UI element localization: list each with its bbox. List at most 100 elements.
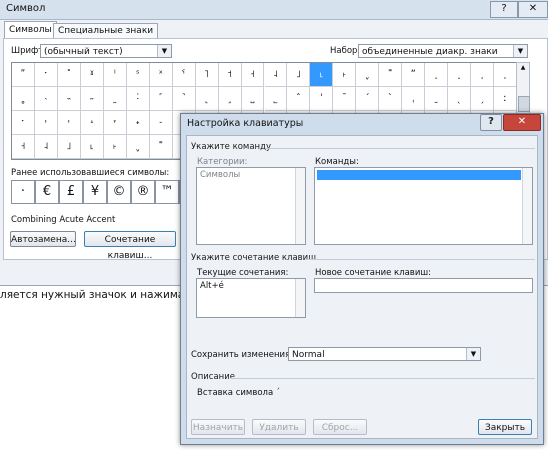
- commands-selected-item[interactable]: [317, 170, 521, 180]
- categories-scrollbar[interactable]: [295, 168, 305, 244]
- symbol-cell[interactable]: ˻: [195, 87, 219, 111]
- close-icon[interactable]: ✕: [518, 1, 548, 18]
- new-shortcut-input[interactable]: [314, 278, 533, 293]
- categories-item[interactable]: Символы: [200, 170, 240, 180]
- symbol-cell[interactable]: ˉ: [333, 87, 357, 111]
- symbol-cell[interactable]: ˰: [448, 63, 472, 87]
- symbol-dialog-titlebar[interactable]: [0, 0, 548, 20]
- symbol-cell[interactable]: ˡ: [103, 63, 127, 87]
- symbol-cell[interactable]: ˣ: [149, 63, 173, 87]
- tab-symbols[interactable]: Символы: [4, 21, 57, 39]
- subset-select[interactable]: объединенные диакр. знаки ▼: [358, 44, 528, 58]
- symbol-cell[interactable]: ˸: [126, 87, 150, 111]
- symbol-cell[interactable]: ˵: [57, 87, 81, 111]
- symbol-cell[interactable]: ˕: [103, 111, 127, 135]
- symbol-cell[interactable]: ˫: [333, 63, 357, 87]
- save-changes-select[interactable]: Normal ▼: [288, 347, 481, 361]
- symbol-cell[interactable]: ˨: [34, 135, 58, 159]
- symbol-cell[interactable]: ˨: [264, 63, 288, 87]
- symbol-cell[interactable]: ˾: [264, 87, 288, 111]
- tab-special-chars[interactable]: Специальные знаки: [53, 23, 159, 39]
- remove-button[interactable]: Удалить: [252, 419, 306, 435]
- recent-symbol[interactable]: ·: [11, 180, 35, 204]
- symbol-cell[interactable]: ˎ: [448, 87, 472, 111]
- recent-symbol[interactable]: ©: [107, 180, 131, 204]
- symbol-cell[interactable]: ˭: [149, 135, 173, 159]
- symbol-cell[interactable]: ˔: [80, 111, 104, 135]
- symbol-cell[interactable]: ˍ: [425, 87, 449, 111]
- current-keys-list[interactable]: Alt+é: [196, 278, 306, 318]
- close-dialog-button[interactable]: Закрыть: [478, 419, 532, 435]
- symbol-cell[interactable]: ˑ: [12, 111, 35, 135]
- symbol-cell[interactable]: ˬ: [356, 63, 380, 87]
- symbol-cell[interactable]: ˽: [241, 87, 265, 111]
- recent-symbol[interactable]: €: [35, 180, 59, 204]
- symbol-cell[interactable]: ˆ: [287, 87, 311, 111]
- assign-button[interactable]: Назначить: [191, 419, 245, 435]
- close-icon[interactable]: ✕: [503, 114, 541, 131]
- specify-command-group: Укажите команду: [191, 142, 272, 152]
- recent-symbol[interactable]: ™: [155, 180, 179, 204]
- divider: [306, 259, 535, 260]
- symbol-cell[interactable]: ˑ: [34, 63, 58, 87]
- font-select[interactable]: (обычный текст) ▼: [40, 44, 172, 58]
- symbol-cell[interactable]: ˊ: [356, 87, 380, 111]
- symbol-cell[interactable]: ˖: [126, 111, 150, 135]
- recent-symbol[interactable]: ®: [131, 180, 155, 204]
- symbol-cell[interactable]: ˮ: [402, 63, 426, 87]
- symbol-cell[interactable]: ˋ: [379, 87, 403, 111]
- symbol-cell[interactable]: ˱: [471, 63, 495, 87]
- symbol-cell[interactable]: ˟: [57, 63, 81, 87]
- symbol-cell[interactable]: ˢ: [126, 63, 150, 87]
- help-icon[interactable]: ?: [490, 1, 518, 18]
- autocorrect-button[interactable]: Автозамена...: [10, 231, 76, 247]
- shortcut-key-button[interactable]: Сочетание клавиш...: [84, 231, 176, 261]
- scroll-thumb[interactable]: [518, 96, 530, 112]
- symbol-cell[interactable]: ˒: [34, 111, 58, 135]
- symbol-cell[interactable]: ˗: [149, 111, 173, 135]
- symbol-cell[interactable]: ˧: [12, 135, 35, 159]
- symbol-cell[interactable]: ˪: [80, 135, 104, 159]
- symbol-cell[interactable]: ˺: [172, 87, 196, 111]
- symbol-cell[interactable]: ˧: [241, 63, 265, 87]
- symbol-cell[interactable]: ʺ: [12, 63, 35, 87]
- subset-value: объединенные диакр. знаки: [362, 47, 498, 57]
- symbol-cell[interactable]: ˈ: [310, 87, 334, 111]
- recent-symbol[interactable]: ¥: [83, 180, 107, 204]
- symbol-cell[interactable]: ˦: [218, 63, 242, 87]
- help-icon[interactable]: ?: [480, 114, 502, 131]
- symbol-cell[interactable]: ˩: [57, 135, 81, 159]
- commands-list[interactable]: [314, 167, 533, 245]
- reset-button[interactable]: Сброс...: [313, 419, 367, 435]
- categories-list[interactable]: Символы: [196, 167, 306, 245]
- chevron-down-icon[interactable]: ▼: [157, 45, 171, 57]
- commands-scrollbar[interactable]: [522, 168, 532, 244]
- symbol-cell[interactable]: ˶: [80, 87, 104, 111]
- current-key-item[interactable]: Alt+é: [200, 281, 224, 291]
- symbol-cell[interactable]: ˥: [195, 63, 219, 87]
- symbol-cell[interactable]: ˓: [57, 111, 81, 135]
- divider: [231, 378, 535, 379]
- symbol-cell[interactable]: ˼: [218, 87, 242, 111]
- symbol-cell[interactable]: ː: [494, 87, 517, 111]
- symbol-cell[interactable]: ˏ: [471, 87, 495, 111]
- current-keys-scrollbar[interactable]: [295, 279, 305, 317]
- recent-symbol[interactable]: £: [59, 180, 83, 204]
- symbol-cell[interactable]: ˤ: [172, 63, 196, 87]
- symbol-cell[interactable]: ˬ: [126, 135, 150, 159]
- symbol-cell[interactable]: ˌ: [402, 87, 426, 111]
- symbol-cell[interactable]: ˲: [494, 63, 517, 87]
- symbol-cell[interactable]: ˷: [103, 87, 127, 111]
- symbol-cell[interactable]: ˯: [425, 63, 449, 87]
- symbol-cell[interactable]: ˩: [287, 63, 311, 87]
- symbol-cell[interactable]: ˠ: [80, 63, 104, 87]
- chevron-down-icon[interactable]: ▼: [513, 45, 527, 57]
- scroll-up-icon[interactable]: ▲: [518, 64, 528, 74]
- symbol-cell[interactable]: ˫: [103, 135, 127, 159]
- chevron-down-icon[interactable]: ▼: [466, 348, 480, 360]
- symbol-cell[interactable]: ˹: [149, 87, 173, 111]
- symbol-cell[interactable]: ˪: [310, 63, 334, 87]
- symbol-cell[interactable]: ˴: [34, 87, 58, 111]
- symbol-cell[interactable]: ˭: [379, 63, 403, 87]
- symbol-cell[interactable]: ˳: [12, 87, 35, 111]
